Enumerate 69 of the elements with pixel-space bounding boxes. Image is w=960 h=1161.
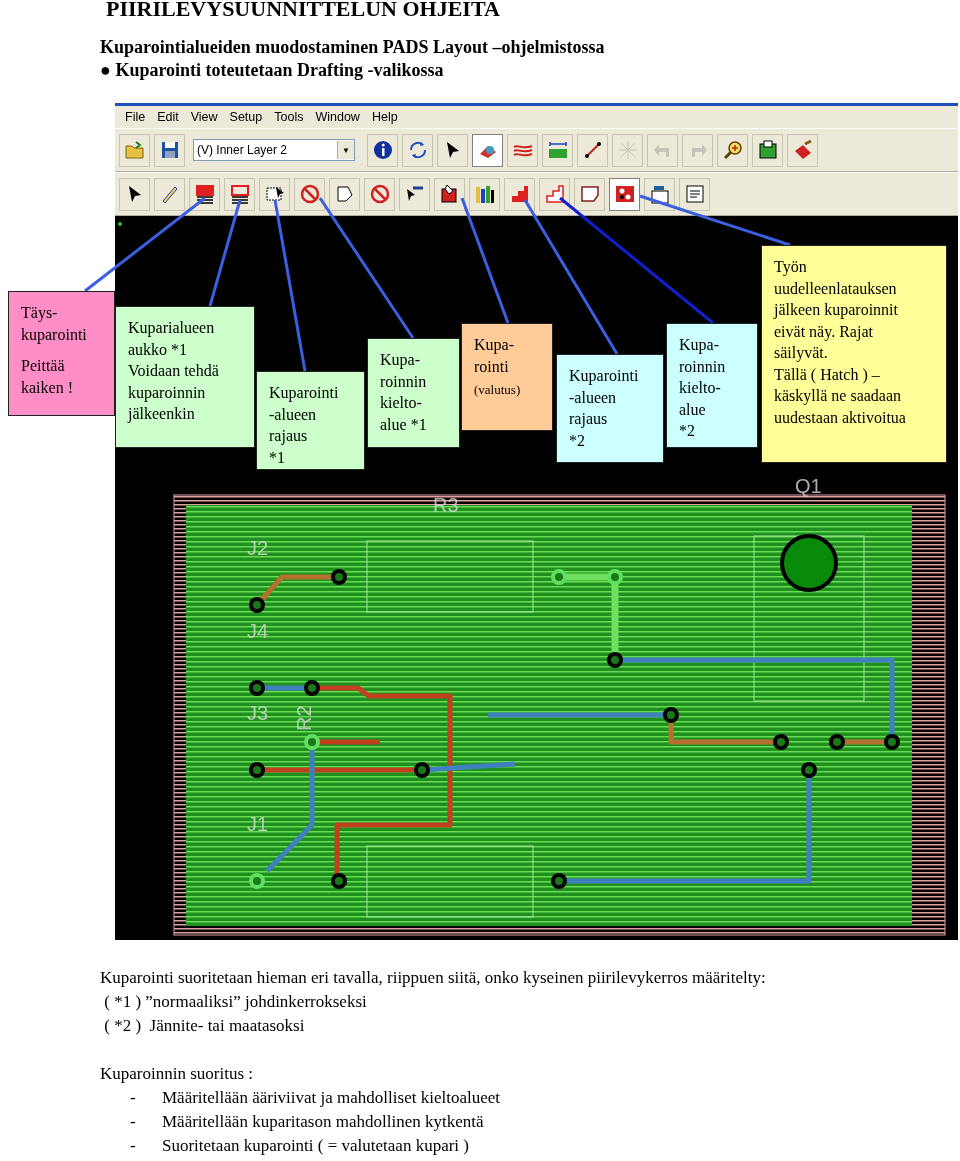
callout-note: (valutus) — [474, 381, 522, 399]
menu-item[interactable]: Edit — [151, 110, 185, 124]
callout-text: Peittää kaiken ! — [21, 356, 74, 398]
pad-icon — [613, 183, 636, 205]
document-icon — [683, 183, 706, 205]
toolbar-button[interactable] — [539, 177, 570, 211]
callout-text: Kupa- rointi — [474, 335, 515, 377]
subtitle: Kuparointialueiden muodostaminen PADS Layout –ohjelmistossa — [100, 36, 606, 59]
layer-dropdown[interactable]: (V) Inner Layer 2 ▼ — [193, 139, 355, 161]
shape-icon — [578, 183, 601, 205]
note-line: ( *2 ) Jännite- tai maatasoksi — [103, 1015, 306, 1037]
ruler-icon — [546, 139, 569, 161]
toolbar-button[interactable] — [224, 177, 255, 211]
toolbar-button[interactable] — [367, 133, 398, 167]
list-dash: - — [130, 1087, 137, 1109]
toolbar-button[interactable] — [717, 133, 748, 167]
zoom-icon — [721, 139, 744, 161]
step-text: Määritellään ääriviivat ja mahdolliset kieltoalueet — [162, 1087, 500, 1109]
stripes-icon — [193, 183, 216, 205]
callout-text: Työn uudelleenlatauksen jälkeen kuparoinnit eivät näy. Rajat säilyvät. Tällä ( Hatch ) – käskyllä ne saadaan uudestaan aktivoitua — [774, 257, 907, 428]
bullet-mark: ● — [100, 60, 111, 80]
component-label: R2 — [293, 705, 315, 731]
stripes-icon — [228, 183, 251, 205]
toolbar-button[interactable] — [752, 133, 783, 167]
callout-text: Täys- kuparointi — [21, 303, 88, 345]
step-icon — [543, 183, 566, 205]
component-label: J4 — [247, 620, 269, 642]
toolbar-button[interactable] — [469, 177, 500, 211]
star-icon — [616, 139, 639, 161]
page-title: PIIRILEVYSUUNNITTELUN OHJEITA — [105, 0, 501, 20]
menu-item[interactable]: View — [184, 110, 224, 124]
toolbar-button[interactable] — [437, 133, 468, 167]
toolbar-button[interactable] — [399, 177, 430, 211]
no-entry-icon — [368, 183, 391, 205]
note-line: ( *1 ) ”normaaliksi” johdinkerrokseksi — [103, 991, 368, 1013]
step-text: Suoritetaan kuparointi ( = valutetaan kupari ) — [162, 1135, 469, 1157]
note-line: Kuparointi suoritetaan hieman eri tavalla, riippuen siitä, onko kyseinen piirilevykerros määritelty: — [100, 967, 767, 989]
chip-icon — [648, 183, 671, 205]
callout-text: Kupa- roinnin kielto- alue *2 — [679, 335, 727, 441]
menu-item[interactable]: Setup — [223, 110, 269, 124]
component-label: J2 — [247, 537, 269, 559]
toolbar-button[interactable] — [119, 177, 150, 211]
bullet-text: Kuparointi toteutetaan Drafting -valikossa — [115, 60, 444, 80]
info-icon — [371, 139, 394, 161]
menu-item[interactable]: Window — [309, 110, 366, 124]
folder-icon — [123, 139, 146, 161]
menu-item[interactable]: File — [119, 110, 152, 124]
toolbar-button[interactable] — [154, 133, 185, 167]
callout-text: Kupa- roinnin kielto- alue *1 — [380, 350, 428, 435]
toolbar-button[interactable] — [259, 177, 290, 211]
toolbar-button[interactable] — [434, 177, 465, 211]
component-label: J1 — [247, 813, 269, 835]
component-label: Q1 — [795, 475, 822, 497]
steps-heading: Kuparoinnin suoritus : — [100, 1063, 254, 1085]
toolbar-button[interactable] — [644, 177, 675, 211]
list-dash: - — [130, 1135, 137, 1157]
toolbar-button[interactable] — [577, 133, 608, 167]
origin-marker — [118, 222, 122, 226]
toolbar-button[interactable] — [189, 177, 220, 211]
menu-item[interactable]: Help — [365, 110, 404, 124]
component-label: J3 — [247, 702, 269, 724]
callout-text: Kuparointi -alueen rajaus *1 — [269, 383, 340, 468]
callout-text: Kuparointi -alueen rajaus *2 — [569, 366, 640, 451]
step-text: Määritellään kuparitason mahdollinen kytkentä — [162, 1111, 484, 1133]
board-icon — [756, 139, 779, 161]
list-dash: - — [130, 1111, 137, 1133]
callout-text: Kuparialueen aukko *1 Voidaan tehdä kuparoinnin jälkeenkin — [128, 318, 220, 425]
no-entry-icon — [298, 183, 321, 205]
menu-item[interactable]: Tools — [268, 110, 310, 124]
